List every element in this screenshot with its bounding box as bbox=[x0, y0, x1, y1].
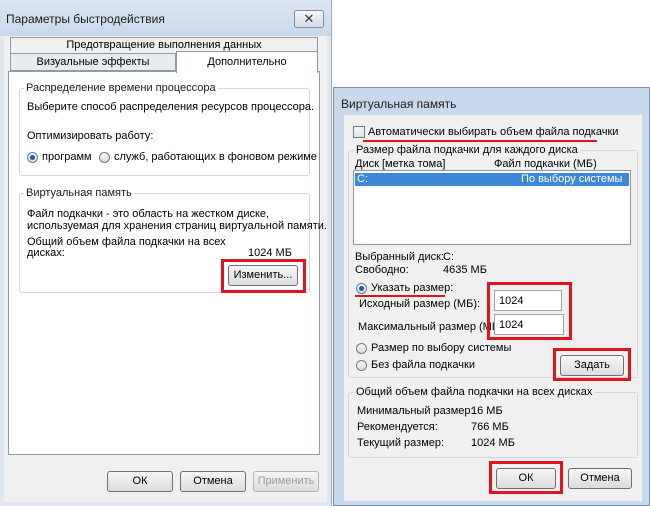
change-button[interactable]: Изменить... bbox=[228, 265, 298, 286]
drive-row-pagefile: По выбору системы bbox=[521, 173, 623, 185]
selected-disk-label: Выбранный диск: bbox=[355, 251, 444, 263]
radio-system-managed-label[interactable]: Размер по выбору системы bbox=[371, 342, 511, 354]
auto-manage-checkbox[interactable] bbox=[353, 126, 365, 138]
performance-window-title: Параметры быстродействия bbox=[6, 12, 165, 26]
min-size-value: 16 МБ bbox=[471, 405, 503, 417]
radio-system-managed[interactable] bbox=[356, 343, 367, 354]
radio-programs[interactable] bbox=[27, 152, 38, 163]
free-space-value: 4635 МБ bbox=[443, 264, 487, 276]
totals-legend: Общий объем файла подкачки на всех диска… bbox=[354, 386, 595, 398]
col-pagefile-header: Файл подкачки (МБ) bbox=[494, 158, 597, 170]
vm-group-legend: Виртуальная память bbox=[24, 187, 134, 199]
performance-close-button[interactable]: ✕ bbox=[294, 10, 324, 28]
tab-advanced[interactable]: Дополнительно bbox=[176, 51, 318, 73]
tab-visual-effects[interactable]: Визуальные эффекты bbox=[10, 53, 176, 71]
radio-custom-size[interactable] bbox=[356, 283, 367, 294]
performance-ok-button[interactable]: ОК bbox=[107, 471, 173, 492]
radio-custom-size-label[interactable]: Указать размер: bbox=[371, 282, 453, 294]
initial-size-input[interactable] bbox=[494, 290, 562, 311]
current-size-value: 1024 МБ bbox=[471, 437, 515, 449]
auto-manage-label[interactable]: Автоматически выбирать объем файла подка… bbox=[368, 126, 618, 138]
recommended-value: 766 МБ bbox=[471, 421, 509, 433]
drive-list-row[interactable]: C: По выбору системы bbox=[355, 173, 629, 186]
radio-no-pagefile-label[interactable]: Без файла подкачки bbox=[371, 359, 475, 371]
vm-window-title: Виртуальная память bbox=[341, 97, 457, 111]
vm-total-label-line2: дисках: bbox=[27, 247, 65, 259]
col-disk-header: Диск [метка тома] bbox=[355, 158, 446, 170]
radio-background-services[interactable] bbox=[99, 152, 110, 163]
vm-total-value: 1024 МБ bbox=[248, 247, 292, 259]
current-size-label: Текущий размер: bbox=[357, 437, 445, 449]
max-size-label: Максимальный размер (МБ): bbox=[358, 321, 506, 333]
cpu-group-legend: Распределение времени процессора bbox=[24, 82, 218, 94]
performance-apply-button[interactable]: Применить bbox=[253, 471, 319, 492]
vm-ok-button[interactable]: ОК bbox=[496, 468, 556, 489]
optimize-label: Оптимизировать работу: bbox=[27, 130, 154, 142]
recommended-label: Рекомендуется: bbox=[357, 421, 438, 433]
close-icon: ✕ bbox=[303, 11, 315, 26]
max-size-input[interactable] bbox=[494, 314, 564, 335]
radio-background-services-label[interactable]: служб, работающих в фоновом режиме bbox=[114, 151, 317, 163]
size-group-legend: Размер файла подкачки для каждого диска bbox=[354, 144, 580, 156]
free-space-label: Свободно: bbox=[355, 264, 409, 276]
performance-cancel-button[interactable]: Отмена bbox=[180, 471, 246, 492]
drive-row-disk: C: bbox=[357, 173, 368, 185]
vm-cancel-button[interactable]: Отмена bbox=[568, 468, 632, 489]
vm-description-line1: Файл подкачки - это область на жестком д… bbox=[27, 208, 270, 220]
cpu-group-description: Выберите способ распределения ресурсов п… bbox=[27, 101, 315, 113]
radio-programs-label[interactable]: программ bbox=[42, 151, 92, 163]
vm-description-line2: используемая для хранения страниц виртуа… bbox=[27, 220, 327, 232]
set-button[interactable]: Задать bbox=[560, 355, 624, 376]
initial-size-label: Исходный размер (МБ): bbox=[359, 298, 481, 310]
min-size-label: Минимальный размер: bbox=[357, 405, 474, 417]
selected-disk-value: C: bbox=[443, 251, 454, 263]
radio-no-pagefile[interactable] bbox=[356, 360, 367, 371]
